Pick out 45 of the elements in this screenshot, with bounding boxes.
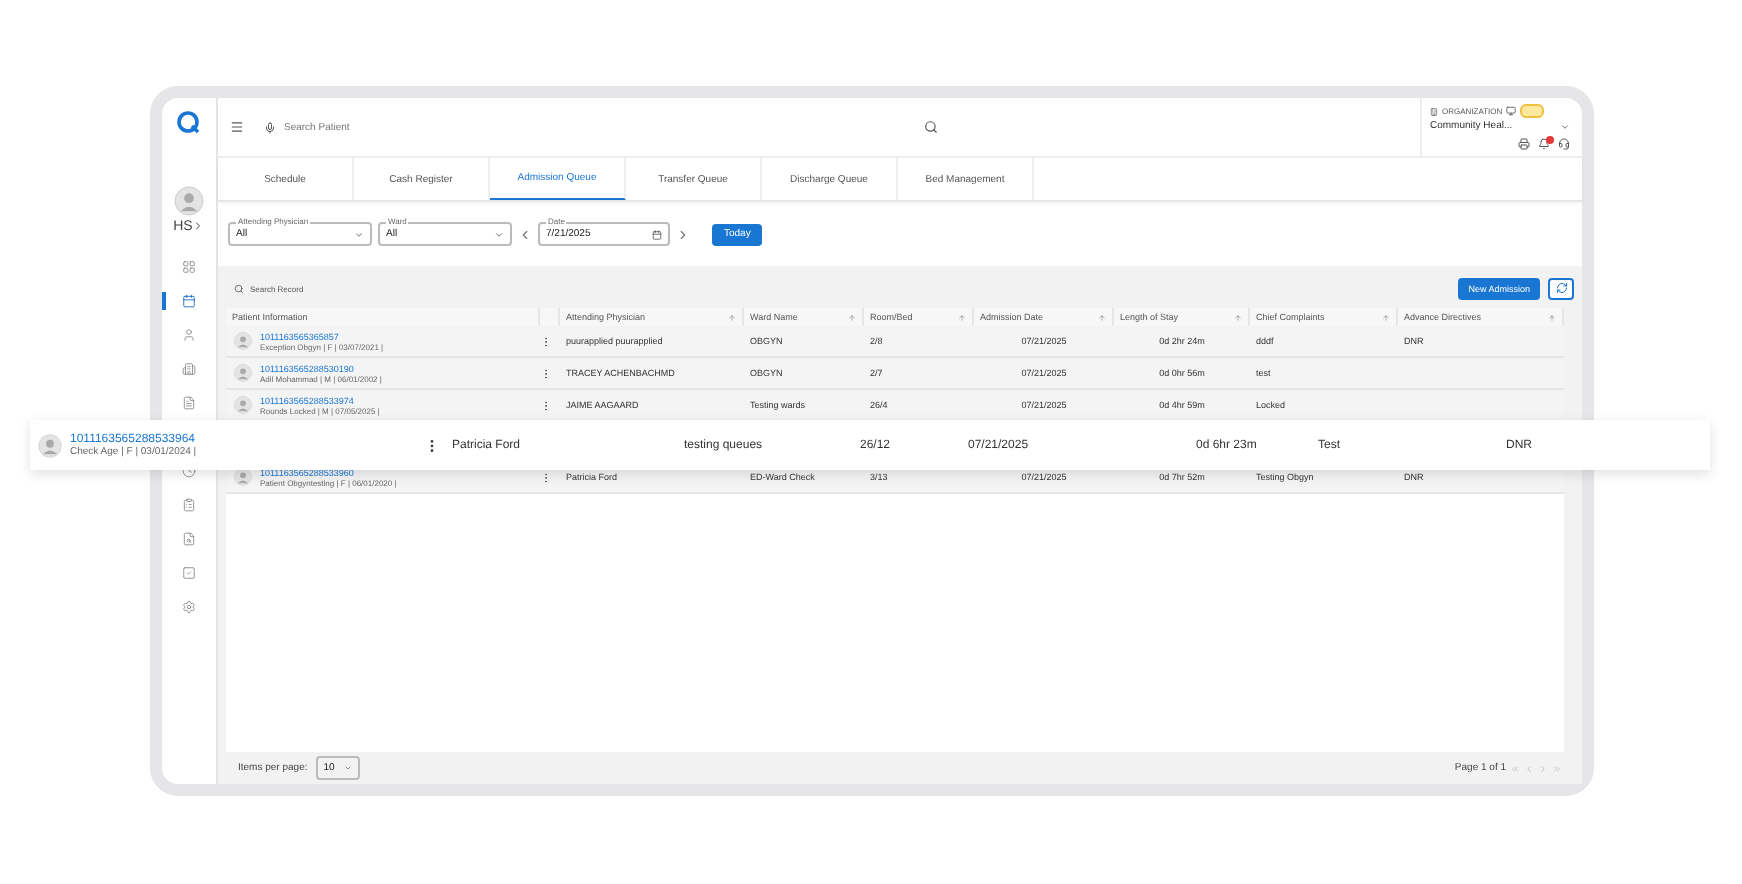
- next-page-icon[interactable]: [1538, 763, 1548, 773]
- refresh-icon: [1555, 282, 1567, 294]
- avatar-icon: [234, 364, 252, 382]
- sort-icon[interactable]: [728, 313, 736, 321]
- checkbox-icon: [182, 566, 196, 580]
- microphone-icon[interactable]: [264, 121, 276, 133]
- avatar-icon: [38, 433, 62, 457]
- calendar-icon: [182, 294, 196, 308]
- chevron-down-icon: [354, 229, 364, 239]
- sort-icon[interactable]: [1548, 313, 1556, 321]
- avatar-icon: [234, 396, 252, 414]
- building-icon: [1430, 107, 1438, 115]
- printer-icon[interactable]: [1518, 138, 1530, 150]
- chevron-down-icon[interactable]: [1560, 121, 1570, 131]
- avatar-icon: [234, 332, 252, 350]
- calendar-icon: [652, 229, 662, 239]
- search-icon: [234, 283, 244, 293]
- sort-icon[interactable]: [1098, 313, 1106, 321]
- previous-icon[interactable]: [518, 227, 532, 241]
- building-icon: [182, 362, 196, 376]
- document-search-icon: [182, 532, 196, 546]
- sort-icon[interactable]: [1234, 313, 1242, 321]
- sort-icon[interactable]: [1382, 313, 1390, 321]
- monitor-icon[interactable]: [1506, 106, 1517, 116]
- person-icon: [182, 328, 196, 342]
- clipboard-icon: [182, 498, 196, 512]
- document-icon: [182, 396, 196, 410]
- search-icon[interactable]: [924, 120, 938, 134]
- sort-icon[interactable]: [848, 313, 856, 321]
- notification-icon[interactable]: [1538, 138, 1550, 150]
- chevron-right-icon[interactable]: [192, 219, 205, 231]
- previous-page-icon[interactable]: [1524, 763, 1534, 773]
- avatar-icon: [234, 468, 252, 486]
- sort-icon[interactable]: [958, 313, 966, 321]
- avatar-icon: [174, 186, 204, 216]
- next-icon[interactable]: [676, 227, 690, 241]
- status-pill: [1520, 104, 1545, 118]
- first-page-icon[interactable]: [1510, 763, 1520, 773]
- menu-icon[interactable]: [230, 120, 244, 134]
- logo-icon: [175, 110, 203, 134]
- refresh-button[interactable]: [1548, 277, 1574, 299]
- headset-icon[interactable]: [1558, 138, 1570, 150]
- grid-icon: [182, 260, 196, 274]
- settings-icon: [182, 600, 196, 614]
- chevron-down-icon: [494, 229, 504, 239]
